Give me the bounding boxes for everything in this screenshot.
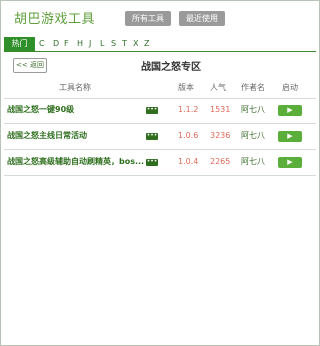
tool-author-3: 阿七八 xyxy=(241,157,265,166)
all-tools-button[interactable]: 所有工具 xyxy=(125,11,171,26)
start-button-2[interactable]: ▶ xyxy=(278,131,302,142)
category-tab-bar: 热门 C D F H J L S T X Z xyxy=(4,37,316,52)
tool-author-1: 阿七八 xyxy=(241,105,265,114)
recent-tools-button[interactable]: 最近使用 xyxy=(179,11,225,26)
tool-author-2: 阿七八 xyxy=(241,131,265,140)
tool-popularity-3: 2265 xyxy=(210,157,231,166)
row-divider xyxy=(4,175,316,176)
header-tool-name: 工具名称 xyxy=(59,83,91,92)
app-title: 胡巴游戏工具 xyxy=(14,12,96,27)
more-icon[interactable]: ••• xyxy=(146,107,158,114)
title-bar: 胡巴游戏工具 所有工具 最近使用 xyxy=(1,1,319,33)
tool-name-1[interactable]: 战国之怒一键90级 xyxy=(7,104,147,116)
tool-name-2[interactable]: 战国之怒主线日常活动 xyxy=(7,130,147,142)
tool-version-3: 1.0.4 xyxy=(178,157,199,166)
tool-version-2: 1.0.6 xyxy=(178,131,199,140)
tab-letter-s[interactable]: S xyxy=(111,38,116,50)
header-start: 启动 xyxy=(282,83,298,92)
tab-hot[interactable]: 热门 xyxy=(4,37,35,51)
header-author: 作者名 xyxy=(241,83,265,92)
app-window: 胡巴游戏工具 所有工具 最近使用 热门 C D F H J L S T X Z … xyxy=(0,0,320,346)
header-version: 版本 xyxy=(178,83,194,92)
row-divider xyxy=(4,98,316,99)
tab-letter-h[interactable]: H xyxy=(77,38,83,50)
tool-popularity-1: 1531 xyxy=(210,105,231,114)
tab-letter-f[interactable]: F xyxy=(64,38,69,50)
row-divider xyxy=(4,149,316,150)
start-button-1[interactable]: ▶ xyxy=(278,105,302,116)
row-divider xyxy=(4,123,316,124)
back-button[interactable]: << 返回 xyxy=(13,58,47,73)
tab-letter-t[interactable]: T xyxy=(122,38,127,50)
tab-letter-d[interactable]: D xyxy=(53,38,59,50)
tool-version-1: 1.1.2 xyxy=(178,105,199,114)
more-icon[interactable]: ••• xyxy=(146,133,158,140)
zone-title: 战国之怒专区 xyxy=(141,62,201,73)
start-button-3[interactable]: ▶ xyxy=(278,157,302,168)
tab-letter-c[interactable]: C xyxy=(39,38,45,50)
header-popularity: 人气 xyxy=(210,83,226,92)
tool-popularity-2: 3236 xyxy=(210,131,231,140)
tab-letter-x[interactable]: X xyxy=(133,38,138,50)
tab-letter-z[interactable]: Z xyxy=(144,38,149,50)
more-icon[interactable]: ••• xyxy=(146,159,158,166)
tool-name-3[interactable]: 战国之怒高级辅助自动刷精英，bos... xyxy=(7,156,147,168)
tab-letter-l[interactable]: L xyxy=(100,38,104,50)
tab-letter-j[interactable]: J xyxy=(89,38,91,50)
